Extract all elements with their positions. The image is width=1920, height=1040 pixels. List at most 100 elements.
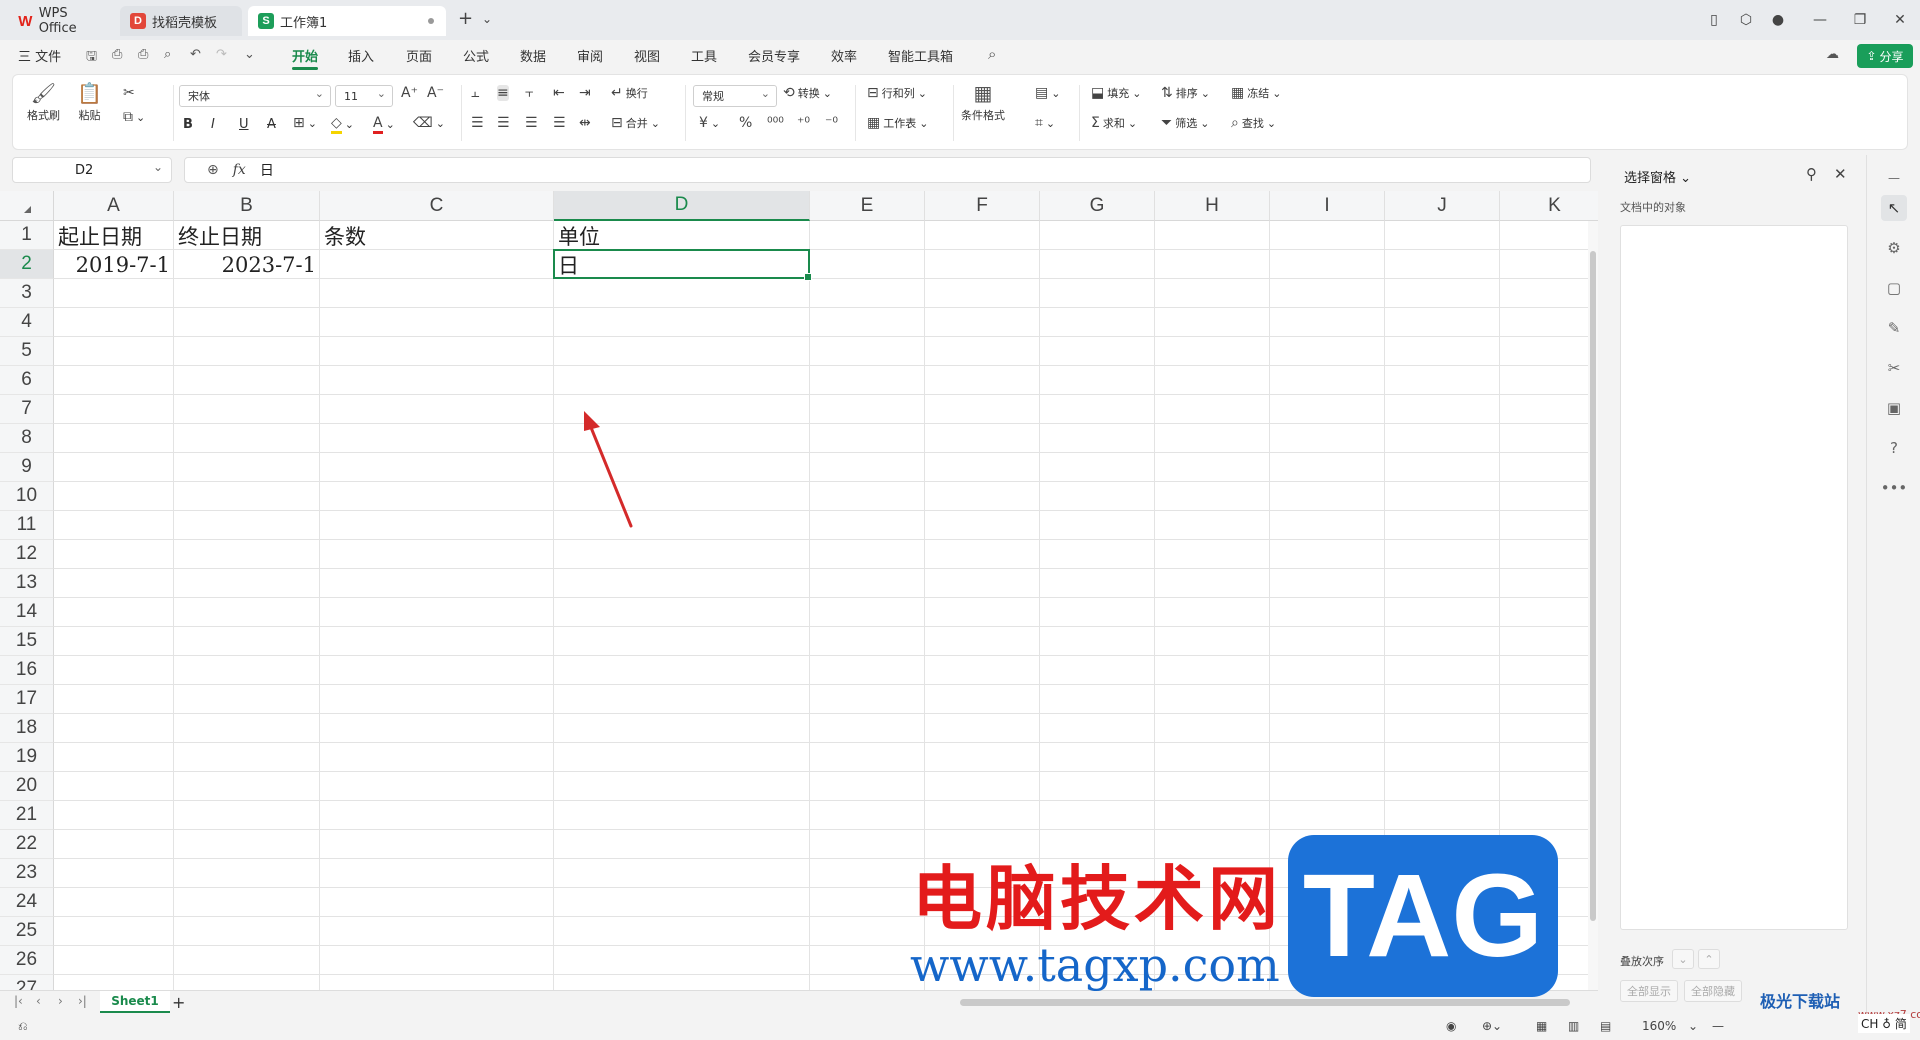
menu-start[interactable]: 开始	[292, 46, 319, 70]
decrease-indent-icon[interactable]: ⇤	[553, 85, 565, 101]
formula-bar[interactable]: ⊕ fx 日	[184, 157, 1591, 183]
ime-indicator[interactable]: CH ♁ 简	[1858, 1014, 1910, 1033]
cell-a1[interactable]: 起止日期	[58, 221, 170, 250]
row-header-6[interactable]: 6	[0, 366, 54, 395]
sum-button[interactable]: Σ 求和 ⌄	[1091, 115, 1137, 131]
align-bottom-icon[interactable]: ⫟	[525, 85, 533, 101]
row-header-13[interactable]: 13	[0, 569, 54, 598]
preview-icon[interactable]: ⌕	[164, 47, 171, 62]
redo-icon[interactable]: ↷	[216, 47, 227, 62]
row-header-14[interactable]: 14	[0, 598, 54, 627]
align-center-icon[interactable]: ☰	[497, 115, 510, 131]
cloud-icon[interactable]: ☁	[1826, 47, 1839, 62]
distribute-icon[interactable]: ⇹	[579, 115, 591, 131]
format-painter-button[interactable]: 🖌 格式刷	[27, 81, 60, 123]
object-list[interactable]	[1620, 225, 1848, 930]
row-col-button[interactable]: ⊟ 行和列 ⌄	[867, 85, 927, 101]
column-header-e[interactable]: E	[810, 191, 925, 221]
layout-icon[interactable]: ▯	[1700, 6, 1728, 34]
column-header-i[interactable]: I	[1270, 191, 1385, 221]
sheet-tab[interactable]: Sheet1	[100, 991, 170, 1013]
tab-templates[interactable]: D 找稻壳模板	[120, 6, 242, 36]
align-right-icon[interactable]: ☰	[525, 115, 538, 131]
fill-button[interactable]: ⬓ 填充 ⌄	[1091, 85, 1141, 101]
row-header-24[interactable]: 24	[0, 888, 54, 917]
bold-button[interactable]: B	[183, 117, 193, 132]
italic-button[interactable]: I	[211, 117, 215, 132]
column-header-b[interactable]: B	[174, 191, 320, 221]
move-down-button[interactable]: ⌄	[1672, 949, 1694, 969]
increase-indent-icon[interactable]: ⇥	[579, 85, 591, 101]
next-sheet-icon[interactable]: ›	[58, 994, 63, 1008]
column-header-k[interactable]: K	[1500, 191, 1598, 221]
save-icon[interactable]: 🖫	[86, 47, 97, 69]
strikethrough-button[interactable]: A	[267, 117, 276, 132]
increase-decimal-icon[interactable]: ⁺⁰	[797, 115, 810, 131]
percent-button[interactable]: %	[739, 115, 752, 131]
normal-view-icon[interactable]: ▦	[1536, 1019, 1547, 1033]
row-header-16[interactable]: 16	[0, 656, 54, 685]
sign-icon[interactable]: ✎	[1881, 315, 1907, 341]
column-header-j[interactable]: J	[1385, 191, 1500, 221]
cell-c1[interactable]: 条数	[324, 221, 550, 250]
pointer-select-icon[interactable]: ↖	[1881, 195, 1907, 221]
row-header-25[interactable]: 25	[0, 917, 54, 946]
decrease-decimal-icon[interactable]: ⁻⁰	[825, 115, 838, 131]
underline-button[interactable]: U	[239, 117, 249, 132]
add-sheet-icon[interactable]: +	[172, 993, 185, 1012]
font-name-select[interactable]: 宋体	[179, 85, 331, 107]
find-button[interactable]: ⌕ 查找 ⌄	[1231, 115, 1276, 131]
new-tab-icon[interactable]: +	[458, 8, 473, 29]
column-header-f[interactable]: F	[925, 191, 1040, 221]
sort-button[interactable]: ⇅ 排序 ⌄	[1161, 85, 1210, 101]
column-header-d[interactable]: D	[554, 191, 810, 221]
fx-icon[interactable]: fx	[233, 162, 246, 178]
cell-a2[interactable]: 2019-7-1	[58, 250, 170, 279]
row-header-12[interactable]: 12	[0, 540, 54, 569]
merge-button[interactable]: ⊟ 合并 ⌄	[611, 115, 660, 131]
column-header-h[interactable]: H	[1155, 191, 1270, 221]
name-box[interactable]: D2	[12, 157, 172, 183]
align-top-icon[interactable]: ⫠	[471, 85, 479, 101]
paste-button[interactable]: 📋 粘贴	[77, 81, 102, 123]
tab-wps-office[interactable]: W WPS Office	[8, 6, 114, 36]
row-header-9[interactable]: 9	[0, 453, 54, 482]
conditional-format-button[interactable]: ▦ 条件格式	[961, 81, 1005, 123]
select-all-corner[interactable]	[0, 191, 54, 221]
cube-icon[interactable]: ⬡	[1732, 6, 1760, 34]
settings-sliders-icon[interactable]: ⚙	[1881, 235, 1907, 261]
filter-button[interactable]: ⏷ 筛选 ⌄	[1161, 115, 1209, 131]
shrink-font-icon[interactable]: A⁻	[427, 85, 444, 101]
export-icon[interactable]: ⎙	[112, 47, 122, 62]
column-header-a[interactable]: A	[54, 191, 174, 221]
column-header-c[interactable]: C	[320, 191, 554, 221]
copy-icon[interactable]: ⧉ ⌄	[123, 109, 145, 125]
help-icon[interactable]: ?	[1881, 435, 1907, 461]
menu-insert[interactable]: 插入	[348, 46, 374, 65]
cell-d1[interactable]: 单位	[558, 221, 806, 250]
cell-b1[interactable]: 终止日期	[178, 221, 316, 250]
menu-page[interactable]: 页面	[406, 46, 432, 65]
search-icon[interactable]: ⌕	[988, 45, 996, 63]
row-header-2[interactable]: 2	[0, 250, 54, 279]
font-size-select[interactable]: 11	[335, 85, 393, 107]
pin-icon[interactable]: ⚲	[1806, 165, 1817, 183]
minimize-icon[interactable]: —	[1806, 6, 1834, 34]
currency-button[interactable]: ¥ ⌄	[699, 115, 720, 131]
close-icon[interactable]: ✕	[1886, 6, 1914, 34]
print-icon[interactable]: ⎙	[138, 47, 148, 62]
table-format-icon[interactable]: ⌗ ⌄	[1035, 115, 1055, 131]
row-header-1[interactable]: 1	[0, 221, 54, 250]
fill-color-icon[interactable]: ◇ ⌄	[331, 115, 354, 134]
avatar[interactable]: ●	[1764, 6, 1792, 34]
clear-format-icon[interactable]: ⌫ ⌄	[413, 115, 445, 131]
row-header-5[interactable]: 5	[0, 337, 54, 366]
border-icon[interactable]: ⊞ ⌄	[293, 115, 317, 131]
file-menu[interactable]: 三 文件	[18, 46, 61, 65]
zoom-out-icon[interactable]: —	[1712, 1019, 1724, 1033]
menu-smart-toolbox[interactable]: 智能工具箱	[888, 46, 953, 65]
last-sheet-icon[interactable]: ›|	[78, 994, 87, 1008]
menu-member[interactable]: 会员专享	[748, 46, 800, 65]
freeze-button[interactable]: ▦ 冻结 ⌄	[1231, 85, 1281, 101]
row-header-3[interactable]: 3	[0, 279, 54, 308]
